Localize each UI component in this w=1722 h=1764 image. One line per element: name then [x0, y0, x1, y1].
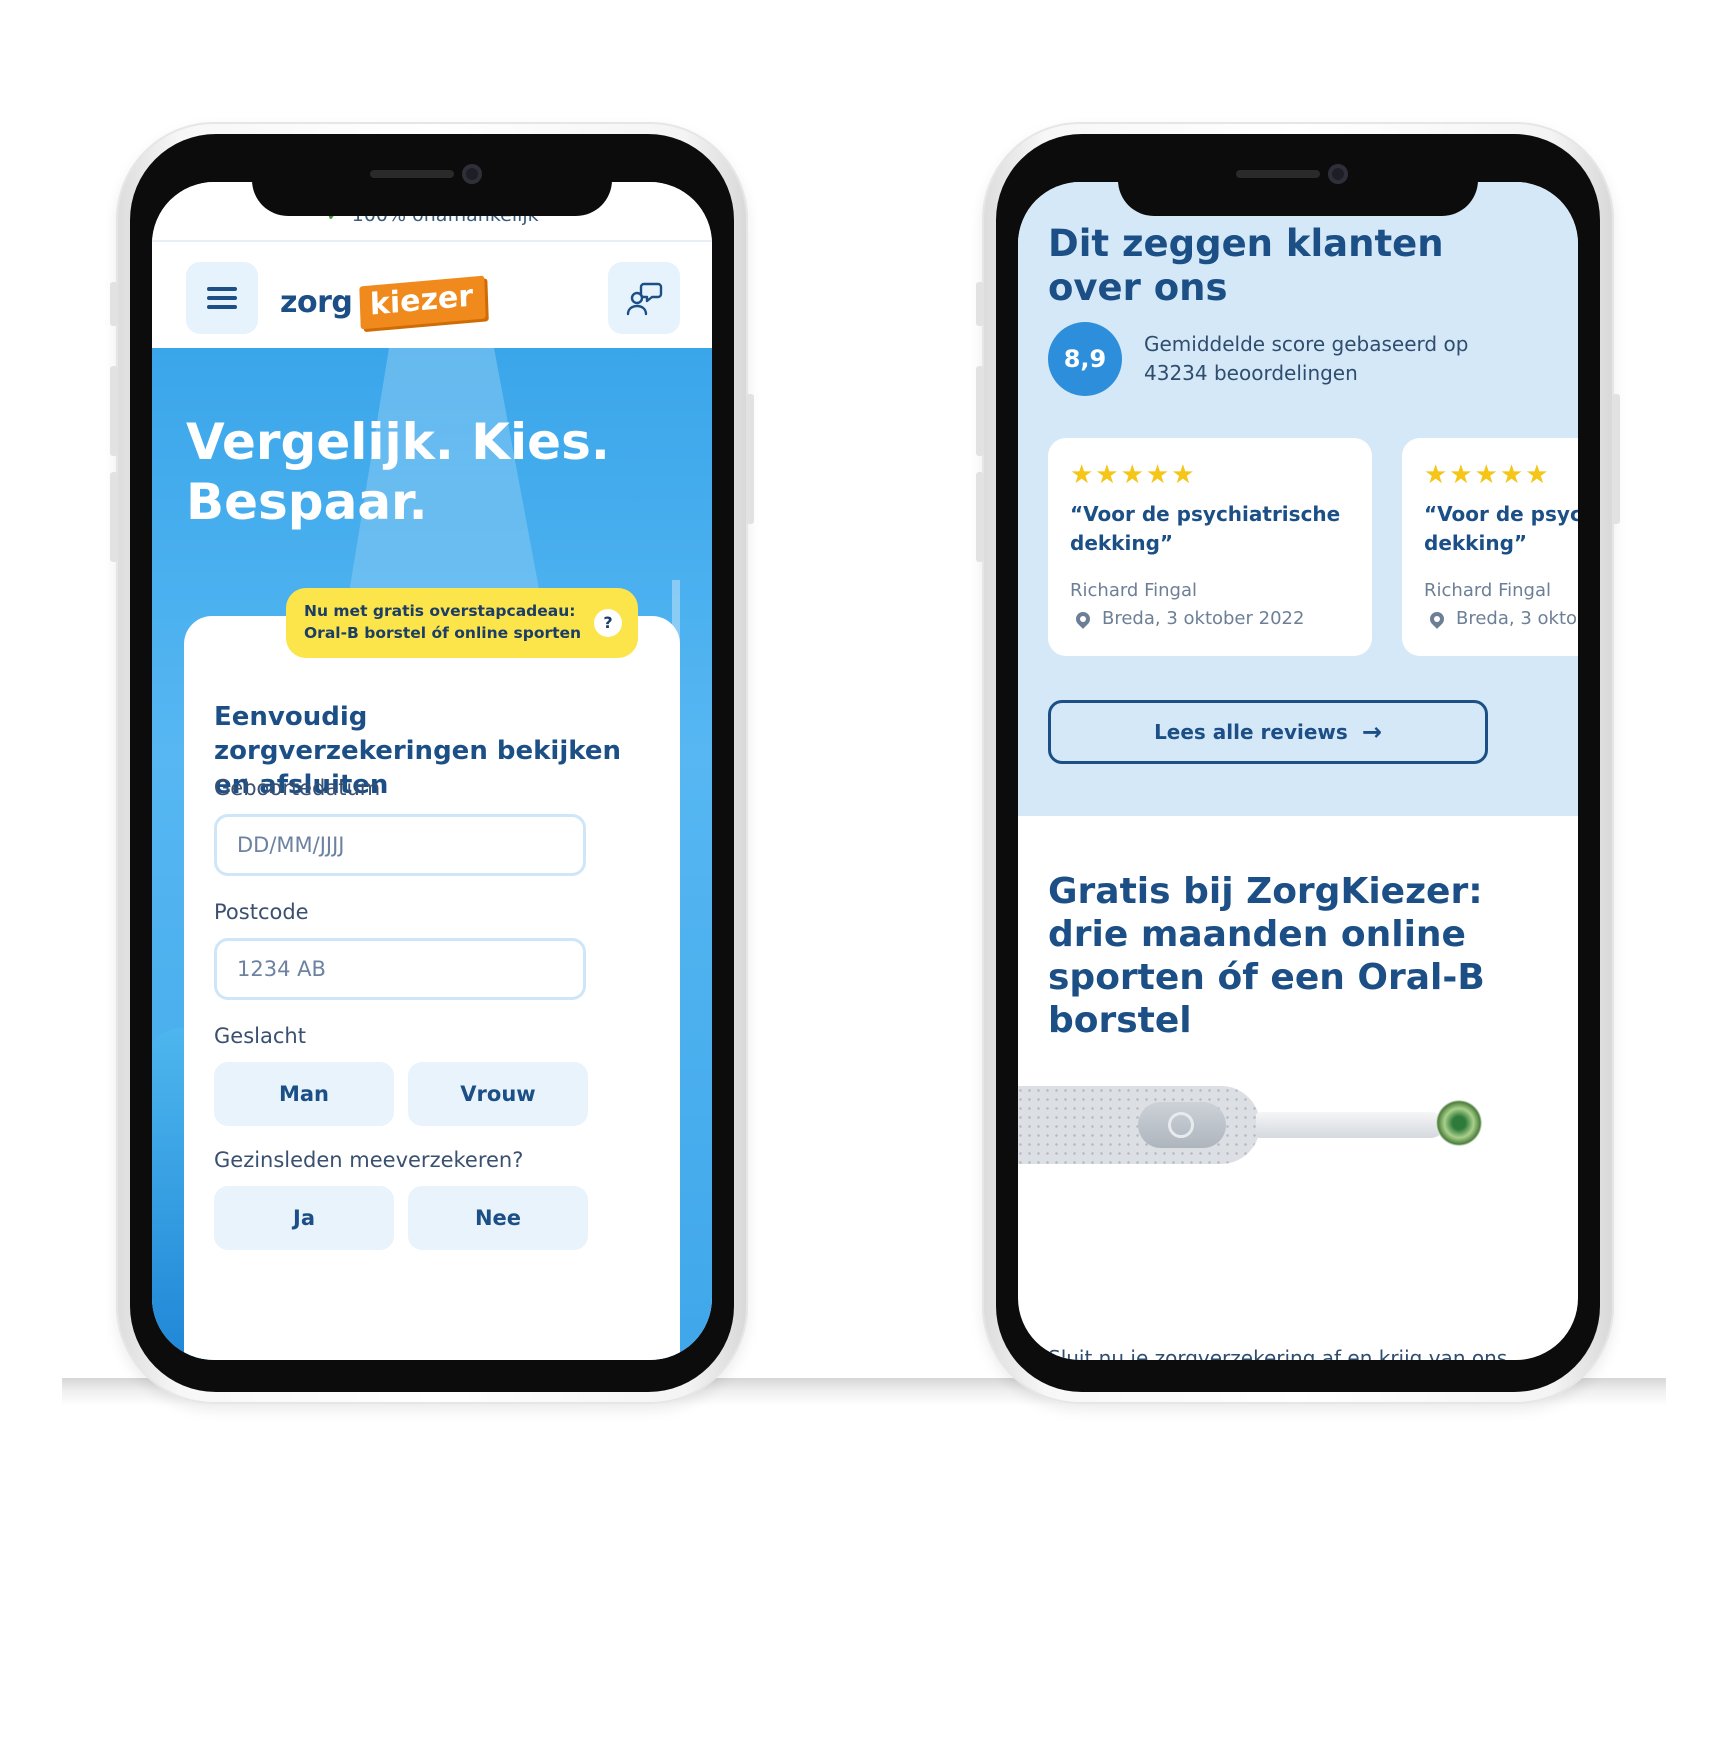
phone-power-button: [746, 394, 754, 524]
review-location-text: Breda, 3 oktober 2022: [1456, 608, 1578, 629]
toothbrush-head: [1436, 1100, 1482, 1146]
postcode-label: Postcode: [214, 900, 309, 924]
logo-text-kiezer: kiezer: [359, 275, 487, 329]
score-description: Gemiddelde score gebaseerd op 43234 beoo…: [1144, 332, 1469, 385]
location-pin-icon: [1427, 608, 1447, 629]
promo-line-1: Nu met gratis overstapcadeau:: [304, 602, 576, 620]
phone-notch: [252, 136, 612, 216]
family-nee-button[interactable]: Nee: [408, 1186, 588, 1250]
site-header: zorg kiezer: [152, 242, 712, 348]
review-quote: “Voor de psychiatrische dekking”: [1424, 502, 1578, 555]
promo-line-2: Oral-B borstel óf online sporten: [304, 624, 582, 642]
phone-volume-down: [110, 472, 118, 562]
help-icon[interactable]: ?: [594, 609, 622, 637]
star-rating-icon: ★★★★★: [1424, 460, 1551, 490]
postcode-input[interactable]: 1234 AB: [214, 938, 586, 1000]
birthdate-label: Geboortedatum: [214, 776, 381, 800]
read-all-reviews-label: Lees alle reviews: [1154, 720, 1348, 744]
hero-title: Vergelijk. Kies. Bespaar.: [186, 413, 610, 531]
screen-left: ✓ 100% onafhankelijk zorg kiezer: [152, 182, 712, 1360]
speaker-grille: [370, 170, 454, 178]
phone-mute-switch: [976, 282, 984, 326]
front-camera: [1328, 164, 1348, 184]
phone-volume-down: [976, 472, 984, 562]
location-pin-icon: [1073, 608, 1093, 629]
reviews-title: Dit zeggen klanten over ons: [1048, 222, 1444, 309]
score-badge: 8,9: [1048, 322, 1122, 396]
advisor-chat-button[interactable]: [608, 262, 680, 334]
advisor-chat-icon: [626, 282, 663, 316]
hamburger-icon: [207, 282, 237, 314]
birthdate-placeholder: DD/MM/JJJJ: [237, 833, 345, 857]
family-label: Gezinsleden meeverzekeren?: [214, 1148, 524, 1172]
phone-mockup-left: ✓ 100% onafhankelijk zorg kiezer: [110, 122, 754, 1404]
screen-right: Dit zeggen klanten over ons 8,9 Gemiddel…: [1018, 182, 1578, 1360]
gender-man-button[interactable]: Man: [214, 1062, 394, 1126]
power-button-icon: [1138, 1102, 1226, 1148]
review-author: Richard Fingal: [1070, 580, 1197, 601]
reviews-section: Dit zeggen klanten over ons 8,9 Gemiddel…: [1018, 182, 1578, 816]
read-all-reviews-button[interactable]: Lees alle reviews →: [1048, 700, 1488, 764]
gift-title: Gratis bij ZorgKiezer: drie maanden onli…: [1048, 871, 1485, 1041]
gender-vrouw-button[interactable]: Vrouw: [408, 1062, 588, 1126]
arrow-right-icon: →: [1361, 718, 1382, 746]
postcode-placeholder: 1234 AB: [237, 957, 326, 981]
logo-text-zorg: zorg: [280, 284, 353, 320]
review-location: Breda, 3 oktober 2022: [1424, 608, 1578, 629]
review-card[interactable]: ★★★★★ “Voor de psychiatrische dekking” R…: [1402, 438, 1578, 656]
phone-mockup-right: Dit zeggen klanten over ons 8,9 Gemiddel…: [976, 122, 1620, 1404]
star-rating-icon: ★★★★★: [1070, 460, 1197, 490]
phone-power-button: [1612, 394, 1620, 524]
birthdate-input[interactable]: DD/MM/JJJJ: [214, 814, 586, 876]
zorgkiezer-logo[interactable]: zorg kiezer: [280, 274, 487, 330]
phone-notch: [1118, 136, 1478, 216]
review-author: Richard Fingal: [1424, 580, 1551, 601]
phone-volume-up: [976, 366, 984, 456]
gift-description: Sluit nu je zorgverzekering af en krijg …: [1048, 1346, 1508, 1360]
gender-label: Geslacht: [214, 1024, 306, 1048]
promo-badge: Nu met gratis overstapcadeau: Oral-B bor…: [286, 588, 638, 658]
phone-mute-switch: [110, 282, 118, 326]
front-camera: [462, 164, 482, 184]
menu-button[interactable]: [186, 262, 258, 334]
review-location: Breda, 3 oktober 2022: [1070, 608, 1304, 629]
toothbrush-neck: [1256, 1112, 1444, 1138]
speaker-grille: [1236, 170, 1320, 178]
phone-volume-up: [110, 366, 118, 456]
oral-b-toothbrush-image: [1018, 1082, 1578, 1172]
review-quote: “Voor de psychiatrische dekking”: [1070, 502, 1341, 555]
family-ja-button[interactable]: Ja: [214, 1186, 394, 1250]
review-card[interactable]: ★★★★★ “Voor de psychiatrische dekking” R…: [1048, 438, 1372, 656]
review-location-text: Breda, 3 oktober 2022: [1102, 608, 1305, 629]
